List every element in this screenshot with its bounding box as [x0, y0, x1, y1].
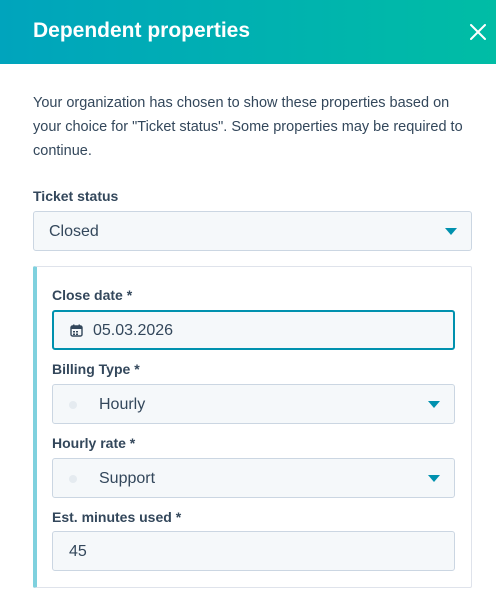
status-dot-icon: [69, 401, 77, 409]
ticket-status-select[interactable]: Closed: [33, 211, 472, 251]
chevron-down-icon: [428, 475, 440, 482]
intro-text: Your organization has chosen to show the…: [33, 95, 463, 159]
ticket-status-label: Ticket status: [33, 188, 119, 204]
billing-type-select[interactable]: Hourly: [52, 384, 455, 424]
est-minutes-value: 45: [69, 543, 87, 560]
est-minutes-label: Est. minutes used *: [52, 509, 182, 525]
est-minutes-field[interactable]: 45: [52, 531, 455, 571]
calendar-icon: [70, 324, 83, 337]
status-dot-icon: [69, 475, 77, 483]
panel-title: Dependent properties: [33, 19, 251, 42]
close-date-value: 05.03.2026: [93, 322, 174, 339]
chevron-down-icon: [445, 228, 457, 235]
panel-header: Dependent properties: [0, 0, 496, 64]
hourly-rate-label: Hourly rate *: [52, 435, 136, 451]
billing-type-label: Billing Type *: [52, 361, 140, 377]
hourly-rate-value: Support: [99, 470, 156, 487]
chevron-down-icon: [428, 401, 440, 408]
close-icon: [470, 24, 486, 40]
close-button[interactable]: [464, 18, 492, 46]
billing-type-value: Hourly: [99, 396, 146, 413]
hourly-rate-select[interactable]: Support: [52, 458, 455, 498]
close-date-field[interactable]: 05.03.2026: [52, 310, 455, 350]
close-date-label: Close date *: [52, 287, 133, 303]
ticket-status-value: Closed: [49, 223, 99, 240]
